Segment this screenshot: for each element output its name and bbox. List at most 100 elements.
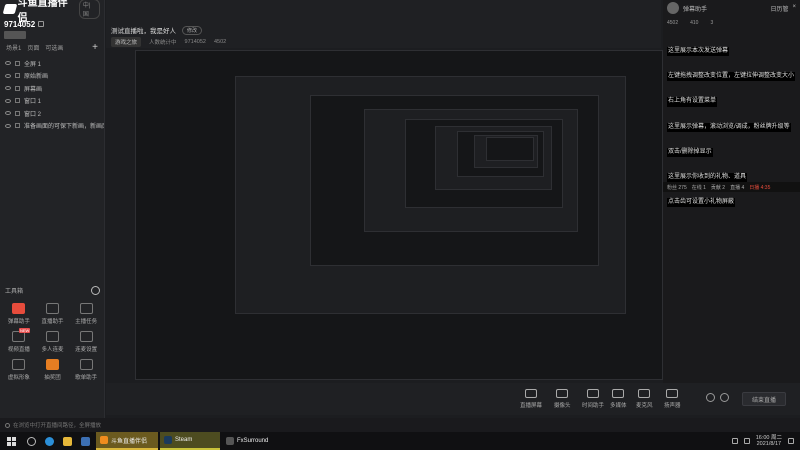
task-fxsurround[interactable]: FxSurround [222, 432, 284, 450]
media-button[interactable]: 多媒体 [610, 389, 627, 409]
speaker-button[interactable]: 扬声器 [664, 389, 681, 409]
tool-icon: NEW [12, 328, 31, 342]
source-icon [15, 73, 20, 79]
category-chip[interactable]: 游戏之旅 [111, 37, 142, 47]
tool-item[interactable]: 虚拟形象 [2, 359, 36, 381]
tool-label: 歌单助手 [75, 375, 98, 381]
chat-message: 右上角有设置菜单 [667, 97, 718, 107]
fans-count: 粉丝 275 [667, 184, 687, 191]
tool-item[interactable]: 弹幕助手 [2, 303, 36, 325]
store-icon[interactable] [76, 432, 94, 450]
stat-likes: 410 [690, 20, 699, 26]
network-icon[interactable] [731, 438, 738, 444]
status-text[interactable]: 在浏览中打开直播间路径，全屏播放 [13, 421, 101, 429]
speaker-icon [666, 389, 679, 398]
tool-item[interactable]: 直播助手 [36, 303, 70, 325]
eye-icon[interactable] [5, 61, 11, 66]
tool-item[interactable]: 连麦设置 [69, 331, 103, 353]
tab-scene-1[interactable]: 场景1 [6, 43, 21, 52]
room-number: 9714052 [184, 39, 206, 45]
tool-item[interactable]: 歌单助手 [69, 359, 103, 381]
source-list: 全屏 1 原始新画 屏幕画 窗口 1 窗口 2 准备画面的可保下新画，新画面 [0, 54, 104, 132]
search-icon[interactable] [22, 432, 40, 450]
file-explorer-icon[interactable] [58, 432, 76, 450]
nested-preview-frame [486, 137, 534, 162]
source-item[interactable]: 准备画面的可保下新画，新画面 [0, 120, 104, 133]
room-status-bar [4, 31, 26, 39]
danmaku-header: 弹幕助手 日历管 × [663, 0, 800, 16]
tool-icon [12, 359, 26, 370]
stop-live-button[interactable]: 结束直播 [742, 392, 786, 406]
broadcast-title: 测试直播啦，我是好人 [111, 28, 176, 35]
time-helper-button[interactable]: 时间助手 [582, 389, 604, 409]
live-duration: 日播 4:35 [749, 184, 771, 191]
chat-message: 这里展示你收到的礼物、道具 [667, 172, 748, 183]
stat-gifts: 3 [710, 20, 714, 26]
microphone-button[interactable]: 麦克风 [636, 389, 653, 409]
steam-icon [164, 436, 172, 444]
tool-item[interactable]: 多人连麦 [36, 331, 70, 353]
status-bar: 在浏览中打开直播间路径，全屏播放 [0, 418, 800, 432]
volume-icon[interactable] [743, 438, 750, 444]
eye-icon[interactable] [5, 98, 11, 103]
notification-icon[interactable] [788, 438, 794, 444]
microphone-icon [638, 389, 651, 398]
source-icon [15, 110, 20, 116]
calendar-link[interactable]: 日历管 [770, 4, 788, 13]
douyu-logo-icon [2, 4, 17, 14]
tool-label: 多人连麦 [41, 347, 64, 353]
version-badge[interactable]: 中|国 [78, 0, 100, 19]
tab-optional[interactable]: 可选画 [45, 43, 63, 52]
tool-item[interactable]: NEW 视频直播 [2, 328, 36, 353]
online-count: 在线 1 [691, 184, 706, 191]
danmaku-title: 弹幕助手 [683, 6, 708, 13]
clock[interactable]: 16:00 周二 2021/8/17 [756, 435, 782, 447]
tool-label: 主播任务 [75, 319, 98, 325]
chat-message: 这里展示本次发送弹幕 [667, 47, 730, 57]
tool-label: 视频直播 [7, 347, 30, 353]
source-item[interactable]: 屏幕画 [0, 82, 104, 95]
tool-label: 直播助手 [41, 319, 64, 325]
chat-message: 左键拖拽调整改变位置，左键拉伸调整改变大小 [667, 72, 796, 82]
refresh-icon[interactable] [91, 285, 100, 295]
close-icon[interactable]: × [792, 4, 796, 13]
toolbox: 工具箱 弹幕助手 直播助手 主播任务 NEW 视频直播 多人连麦 连麦设置虚拟形象 抽奖团 歌单… [0, 283, 105, 381]
room-id: 9714052 [4, 19, 36, 29]
source-icon [15, 98, 20, 104]
tool-label: 虚拟形象 [7, 375, 30, 381]
tool-label: 抽奖团 [44, 375, 61, 381]
copy-icon[interactable] [38, 21, 45, 27]
info-icon [5, 422, 10, 428]
toolbox-title: 工具箱 [5, 288, 24, 295]
eye-icon[interactable] [5, 73, 11, 78]
broadcast-meta: 游戏之旅 人数统计中 9714052 4502 [111, 37, 226, 47]
source-item[interactable]: 原始新画 [0, 70, 104, 83]
task-steam[interactable]: Steam [160, 432, 220, 450]
screen-button[interactable]: 直播屏幕 [520, 389, 542, 409]
stream-preview[interactable] [135, 50, 663, 380]
edit-title-button[interactable]: 修改 [182, 25, 203, 35]
eye-icon[interactable] [5, 86, 11, 91]
douyu-app-icon [100, 436, 108, 444]
source-item[interactable]: 窗口 2 [0, 107, 104, 120]
eye-icon[interactable] [5, 123, 11, 128]
windows-start-icon[interactable] [0, 432, 22, 450]
tool-icon [45, 303, 59, 314]
record-icon[interactable] [706, 393, 715, 402]
settings-icon[interactable] [720, 393, 729, 402]
task-douyu[interactable]: 斗鱼直播伴侣 [96, 432, 158, 450]
source-item[interactable]: 全屏 1 [0, 57, 104, 70]
media-icon [612, 389, 625, 398]
monitor-icon [525, 389, 537, 398]
tool-item[interactable]: 主播任务 [69, 303, 103, 325]
viewer-status: 人数统计中 [149, 40, 177, 46]
add-scene-button[interactable]: + [92, 42, 98, 53]
edge-icon[interactable] [40, 432, 58, 450]
tab-page[interactable]: 页面 [27, 43, 39, 52]
source-item[interactable]: 窗口 1 [0, 95, 104, 108]
camera-button[interactable]: 摄像头 [554, 389, 571, 409]
eye-icon[interactable] [5, 111, 11, 116]
heat-count: 4502 [213, 39, 227, 45]
tool-item[interactable]: 抽奖团 [36, 359, 70, 381]
tool-icon [45, 359, 59, 370]
